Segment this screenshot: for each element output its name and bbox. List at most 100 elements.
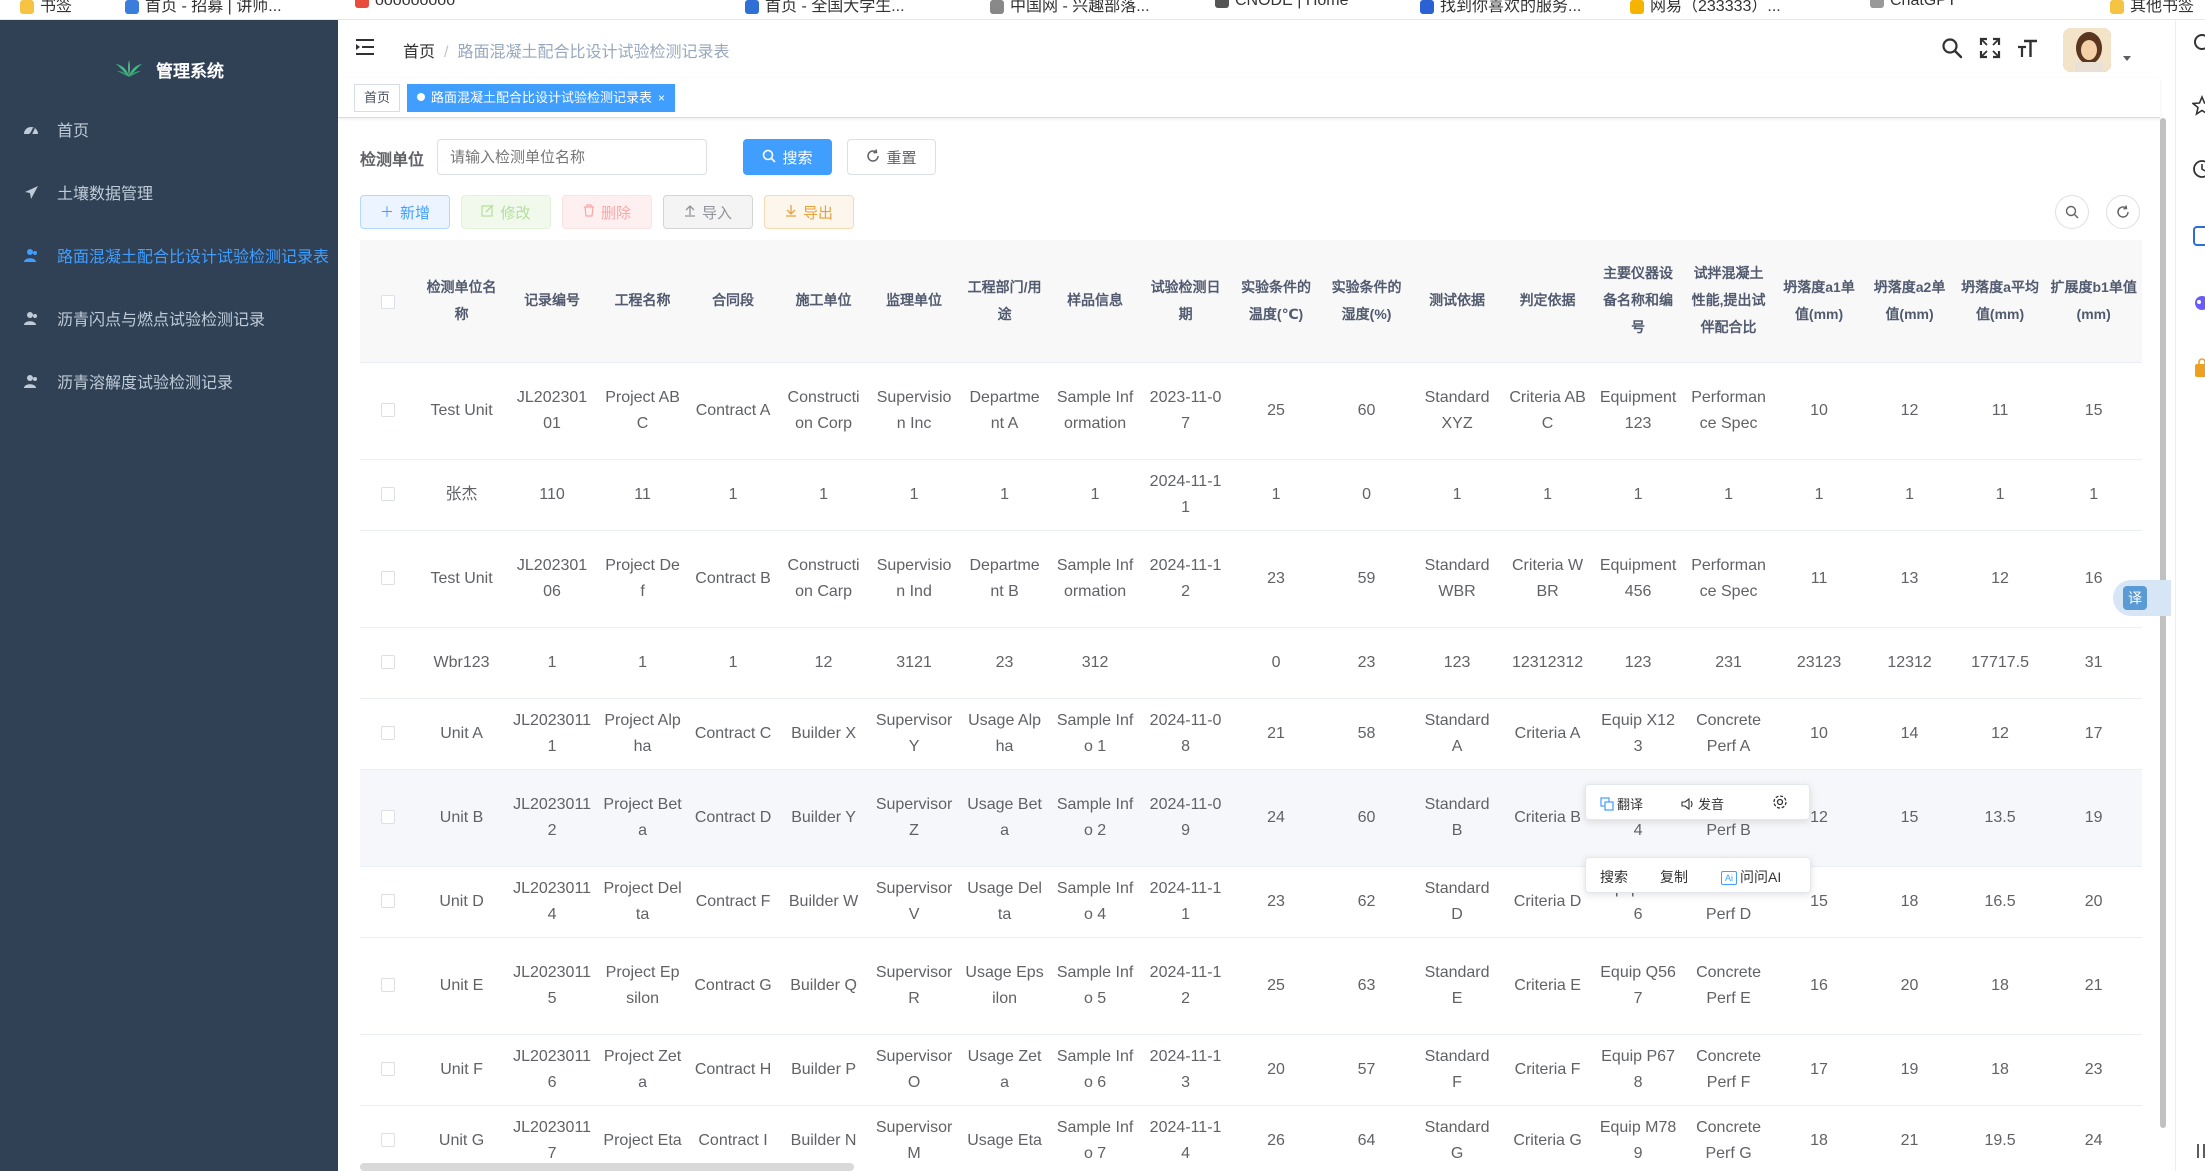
table-row[interactable]: Unit D JL20230114 Project Delta Contract FB… xyxy=(360,866,2142,938)
search-action[interactable]: 搜索 xyxy=(1600,867,1628,887)
sidebar-item-asphalt-solubility[interactable]: 沥青溶解度试验检测记录 xyxy=(0,350,338,412)
translate-action[interactable]: 翻译 xyxy=(1600,794,1643,813)
copilot-icon[interactable] xyxy=(2192,292,2205,314)
row-select-cell[interactable] xyxy=(360,627,417,699)
row-select-cell[interactable] xyxy=(360,530,417,628)
table-row[interactable]: Unit F JL20230116 Project Zeta Contract H Bu… xyxy=(360,1034,2142,1106)
table-row[interactable]: 张杰 110 11 1 1 1 1 1 2024-11-11 1 0 1 1 1 1 1 1 1 1 xyxy=(360,459,2142,531)
settings-action[interactable] xyxy=(1772,794,1788,813)
bookmark-item[interactable]: 首页 - 招募 | 讲师... xyxy=(125,0,282,15)
bookmark-item[interactable]: ChatGPT xyxy=(1870,0,1957,12)
bookmark-item[interactable]: 其他书签 xyxy=(2110,0,2194,15)
table-cell: 11 xyxy=(1954,362,2046,460)
shopping-icon[interactable] xyxy=(2192,358,2205,380)
row-select-cell[interactable] xyxy=(360,1034,417,1106)
row-checkbox[interactable] xyxy=(381,1062,396,1077)
search-icon[interactable] xyxy=(1941,37,1963,59)
table-row[interactable]: Unit B JL20230112 Project Beta Contract D Bu… xyxy=(360,769,2142,867)
sidebar-item-concrete-mix[interactable]: 路面混凝土配合比设计试验检测记录表 xyxy=(0,224,338,286)
translate-app-icon[interactable] xyxy=(2192,225,2205,247)
delete-button[interactable]: 删除 xyxy=(562,195,652,229)
table-row[interactable]: Test Unit JL20230101 Project ABC Contract A… xyxy=(360,362,2142,460)
translate-float-button[interactable]: 译 xyxy=(2113,580,2171,616)
sidebar-item-soil[interactable]: 土壤数据管理 xyxy=(0,161,338,223)
row-select-cell[interactable] xyxy=(360,459,417,531)
refresh-button[interactable] xyxy=(2106,195,2140,229)
bookmark-item[interactable]: 书签 xyxy=(20,0,72,15)
table-cell: Performance Spec xyxy=(1683,362,1774,460)
table-cell: Project Delta xyxy=(597,866,688,938)
table-cell: Test Unit xyxy=(416,530,507,628)
search-button[interactable]: 搜索 xyxy=(743,139,832,175)
copy-action[interactable]: 复制 xyxy=(1660,867,1688,887)
row-checkbox[interactable] xyxy=(381,978,396,993)
table-cell: Department B xyxy=(959,530,1050,628)
hamburger-icon[interactable] xyxy=(356,38,376,56)
panel-toggle-icon[interactable] xyxy=(2192,1140,2205,1162)
search-input[interactable] xyxy=(437,139,707,175)
fullscreen-icon[interactable] xyxy=(1979,37,2001,59)
vertical-scrollbar[interactable] xyxy=(2160,118,2166,1128)
table-cell: 2024-11-09 xyxy=(1140,769,1231,867)
breadcrumb-home[interactable]: 首页 xyxy=(403,44,435,61)
star-icon[interactable] xyxy=(2192,95,2205,117)
row-checkbox[interactable] xyxy=(381,403,396,418)
close-icon[interactable]: × xyxy=(658,91,665,105)
edit-button[interactable]: 修改 xyxy=(461,195,551,229)
table-row[interactable]: Unit G JL20230117 Project Eta Contract I Bui… xyxy=(360,1105,2142,1171)
sidebar-item-asphalt-flash[interactable]: 沥青闪点与燃点试验检测记录 xyxy=(0,287,338,349)
bookmark-item[interactable]: 首页 - 全国大学生... xyxy=(745,0,905,15)
tag-home[interactable]: 首页 xyxy=(354,84,401,112)
tag-concrete-mix[interactable]: 路面混凝土配合比设计试验检测记录表 × xyxy=(407,84,676,112)
table-row[interactable]: Unit E JL20230115 Project Epsilon Contract … xyxy=(360,937,2142,1035)
table-cell: 18 xyxy=(1954,937,2046,1035)
table-row[interactable]: Wbr123 1 1 1 12 3121 23 312 0 23 123 12312312 123 231… xyxy=(360,627,2142,699)
row-checkbox[interactable] xyxy=(381,571,396,586)
reset-button[interactable]: 重置 xyxy=(847,139,936,175)
select-all-cell[interactable] xyxy=(360,240,417,363)
table-cell: Equip P678 xyxy=(1592,1034,1684,1106)
row-select-cell[interactable] xyxy=(360,769,417,867)
history-icon[interactable] xyxy=(2192,158,2205,180)
add-button[interactable]: ＋新增 xyxy=(360,195,450,229)
row-select-cell[interactable] xyxy=(360,362,417,460)
speak-action[interactable]: 发音 xyxy=(1681,794,1724,813)
avatar[interactable] xyxy=(2063,28,2111,72)
row-checkbox[interactable] xyxy=(381,1133,396,1148)
search-icon[interactable] xyxy=(2192,32,2205,54)
bookmark-item[interactable]: 网易（233333）... xyxy=(1630,0,1781,15)
row-checkbox[interactable] xyxy=(381,810,396,825)
row-checkbox[interactable] xyxy=(381,894,396,909)
table-cell: Usage Alpha xyxy=(959,698,1050,770)
import-button[interactable]: 导入 xyxy=(663,195,753,229)
row-select-cell[interactable] xyxy=(360,1105,417,1171)
bookmark-item[interactable]: 找到你喜欢的服务... xyxy=(1420,0,1581,15)
row-select-cell[interactable] xyxy=(360,937,417,1035)
table-row[interactable]: Unit A JL20230111 Project Alpha Contract CB… xyxy=(360,698,2142,770)
sidebar-item-home[interactable]: 首页 xyxy=(0,98,338,160)
site-icon xyxy=(1630,0,1644,14)
logo[interactable]: 管理系统 xyxy=(0,38,338,100)
bookmark-item[interactable]: 中国网 - 兴趣部落... xyxy=(990,0,1150,15)
table-cell: 60 xyxy=(1321,769,1412,867)
table-cell: Equipment 456 xyxy=(1592,530,1684,628)
row-select-cell[interactable] xyxy=(360,698,417,770)
bookmark-item[interactable]: ooooooooo xyxy=(355,0,455,12)
chevron-down-icon[interactable] xyxy=(2123,56,2131,61)
row-select-cell[interactable] xyxy=(360,866,417,938)
ask-ai-action[interactable]: Ai 问问AI xyxy=(1721,867,1781,887)
table-row[interactable]: Test Unit JL20230106 Project Def Contract B… xyxy=(360,530,2142,628)
row-checkbox[interactable] xyxy=(381,487,396,502)
table-cell: Contract B xyxy=(687,530,779,628)
table-cell: 13 xyxy=(1864,530,1955,628)
table-cell: 18 xyxy=(1954,1034,2046,1106)
bookmark-item[interactable]: CNODE | Home xyxy=(1215,0,1349,12)
row-checkbox[interactable] xyxy=(381,726,396,741)
toggle-search-button[interactable] xyxy=(2055,195,2089,229)
export-button[interactable]: 导出 xyxy=(764,195,854,229)
row-checkbox[interactable] xyxy=(381,655,396,670)
font-size-icon[interactable] xyxy=(2017,37,2039,59)
select-all-checkbox[interactable] xyxy=(381,294,396,309)
table-cell: Equip Q567 xyxy=(1592,937,1684,1035)
horizontal-scrollbar[interactable] xyxy=(360,1163,854,1171)
